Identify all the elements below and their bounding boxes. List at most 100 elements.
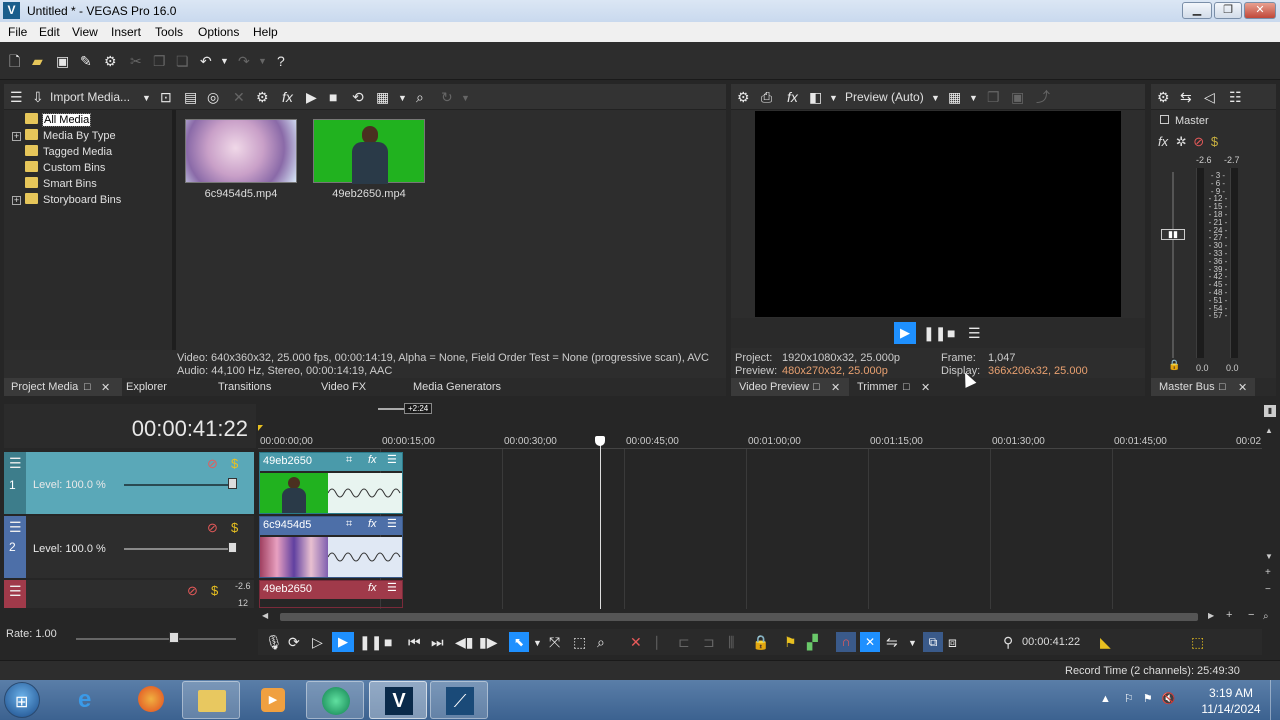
tab-media-generators[interactable]: Media Generators (413, 381, 501, 393)
properties-gear-icon[interactable]: ⚙ (104, 53, 117, 69)
event-crop-icon[interactable]: ⌗ (346, 454, 352, 467)
tree-item-all-media[interactable]: All Media (12, 113, 92, 127)
tab-project-media[interactable]: Project Media (11, 381, 78, 393)
web-media-icon[interactable]: ◎ (207, 89, 219, 105)
play-from-start-icon[interactable]: ▷ (312, 634, 323, 650)
menu-tools[interactable]: Tools (155, 25, 183, 39)
rate-slider-knob[interactable] (169, 632, 179, 643)
taskbar-clock[interactable]: 3:19 AM 11/14/2024 (1196, 685, 1266, 717)
tree-item-custom-bins[interactable]: Custom Bins (12, 161, 105, 174)
track-solo-icon[interactable]: $ (231, 456, 238, 471)
taskbar-explorer[interactable] (182, 681, 240, 719)
flag-icon[interactable]: ⚑ (1143, 693, 1153, 705)
track-header-2[interactable]: ☰ 2 ⊘ $ Level: 100.0 % (4, 516, 254, 578)
stop-button[interactable]: ■ (384, 634, 392, 650)
taskbar-vegas[interactable]: V (369, 681, 427, 719)
previous-frame-icon[interactable]: ◀▮ (455, 634, 473, 650)
menu-insert[interactable]: Insert (111, 25, 141, 39)
tree-splitter[interactable] (172, 110, 176, 350)
selection-length-icon[interactable]: ⬚ (1191, 634, 1204, 650)
track-mute-icon[interactable]: ⊘ (207, 520, 218, 536)
ignore-grouping-icon[interactable]: ⧈ (948, 634, 957, 650)
tab-maximize-icon[interactable]: □ (1219, 381, 1226, 393)
preview-play-button[interactable]: ▶ (894, 322, 916, 344)
open-icon[interactable]: ▰ (32, 53, 43, 69)
preview-properties-icon[interactable]: ⚙ (737, 89, 750, 105)
event-header[interactable]: 49eb2650 ⌗ fx ☰ (260, 453, 402, 471)
menu-view[interactable]: View (72, 25, 98, 39)
tab-close-icon[interactable]: ✕ (1238, 381, 1247, 394)
copy-icon[interactable]: ❐ (153, 53, 166, 69)
new-icon[interactable]: 🗋 (9, 53, 20, 69)
master-gear-icon[interactable]: ✲ (1176, 134, 1187, 149)
preview-quality-select[interactable]: Preview (Auto) (845, 90, 924, 104)
mixer-icon[interactable]: ☷ (1229, 89, 1242, 105)
views-icon[interactable]: ▦ (376, 89, 389, 105)
remove-icon[interactable]: ✕ (233, 89, 245, 105)
search-media-icon[interactable]: ⌕ (416, 89, 424, 105)
lock-envelopes-icon[interactable]: ⧉ (923, 632, 943, 652)
tree-item-smart-bins[interactable]: Smart Bins (12, 177, 97, 190)
go-to-end-icon[interactable]: ⏭ (431, 634, 444, 650)
view-menu-icon[interactable]: ☰ (10, 89, 23, 105)
video-output-fx-icon[interactable]: fx (787, 89, 798, 105)
track-mute-icon[interactable]: ⊘ (207, 456, 218, 472)
show-desktop-button[interactable] (1270, 680, 1280, 720)
event-menu-icon[interactable]: ☰ (387, 517, 397, 530)
track-solo-icon[interactable]: $ (211, 583, 218, 598)
trim-start-icon[interactable]: ⊏ (678, 634, 690, 650)
event-fx-icon[interactable]: fx (368, 454, 377, 466)
taskbar-app-green[interactable] (306, 681, 364, 719)
auto-crossfade-icon[interactable]: ✕ (860, 632, 880, 652)
event-header[interactable]: 49eb2650 fx ☰ (260, 581, 402, 599)
master-fx-icon[interactable]: fx (1158, 134, 1168, 149)
track-level-slider[interactable] (228, 542, 237, 553)
track-header-3[interactable]: ☰ ⊘ $ -2.6 12 (4, 580, 254, 608)
delete-icon[interactable]: ✕ (630, 634, 642, 650)
vegas-app-icon[interactable]: V (3, 2, 20, 19)
ripple-edit-icon[interactable]: ⇋ (886, 634, 898, 650)
media-thumbnail-49eb2650[interactable] (313, 119, 425, 184)
vertical-scrollbar[interactable]: ▲ ▼ + − (1262, 424, 1276, 608)
tab-transitions[interactable]: Transitions (218, 381, 271, 393)
stop-media-icon[interactable]: ■ (329, 89, 337, 105)
menu-file[interactable]: File (8, 25, 27, 39)
tab-close-icon[interactable]: ✕ (831, 381, 840, 394)
region-marker-label[interactable]: +2:24 (404, 403, 433, 414)
save-icon[interactable]: ▣ (56, 53, 69, 69)
close-button[interactable]: ✕ (1244, 2, 1276, 19)
cut-icon[interactable]: ✂ (130, 53, 142, 69)
get-media-icon[interactable]: ▤ (184, 89, 197, 105)
preview-menu-icon[interactable]: ☰ (968, 325, 981, 341)
track-menu-icon[interactable]: ☰ (9, 584, 22, 598)
horizontal-scrollbar[interactable]: ◀ ▶ + − (258, 609, 1262, 623)
event-header[interactable]: 6c9454d5 ⌗ fx ☰ (260, 517, 402, 535)
track-header-1[interactable]: ☰ 1 ⊘ $ Level: 100.0 % (4, 452, 254, 514)
media-fx-icon[interactable]: fx (282, 89, 293, 105)
split-screen-icon[interactable]: ◧ (809, 89, 822, 105)
tree-item-media-by-type[interactable]: + Media By Type (12, 129, 116, 142)
tab-video-fx[interactable]: Video FX (321, 381, 366, 393)
lock-icon[interactable]: 🔒 (1168, 360, 1180, 371)
tab-maximize-icon[interactable]: □ (84, 381, 91, 393)
zoom-tool-icon[interactable]: ⌕ (1263, 611, 1269, 622)
taskbar-firefox[interactable] (122, 681, 180, 719)
refresh-dropdown-icon[interactable]: ▼ (461, 90, 470, 106)
solo-icon[interactable]: $ (1211, 134, 1218, 149)
menu-options[interactable]: Options (198, 25, 239, 39)
snapping-icon[interactable]: ∩ (836, 632, 856, 652)
split-icon[interactable]: ⫼ (728, 634, 734, 650)
envelope-tool-icon[interactable]: ⤧ (549, 634, 560, 650)
capture-icon[interactable]: ⊡ (160, 89, 172, 105)
time-ruler[interactable]: 00:00:00;00 00:00:15;00 00:00:30;00 00:00:4… (258, 436, 1262, 449)
event-menu-icon[interactable]: ☰ (387, 581, 397, 594)
dim-output-icon[interactable]: ◁ (1204, 89, 1215, 105)
track-mute-icon[interactable]: ⊘ (187, 583, 198, 599)
normal-edit-tool-icon[interactable]: ⬉ (509, 632, 529, 652)
tab-close-icon[interactable]: ✕ (101, 381, 110, 394)
play-media-icon[interactable]: ▶ (306, 89, 317, 105)
paste-icon[interactable]: ❏ (176, 53, 189, 69)
auto-preview-icon[interactable]: ⟲ (352, 89, 364, 105)
track-solo-icon[interactable]: $ (231, 520, 238, 535)
playhead-cursor[interactable] (600, 437, 601, 609)
